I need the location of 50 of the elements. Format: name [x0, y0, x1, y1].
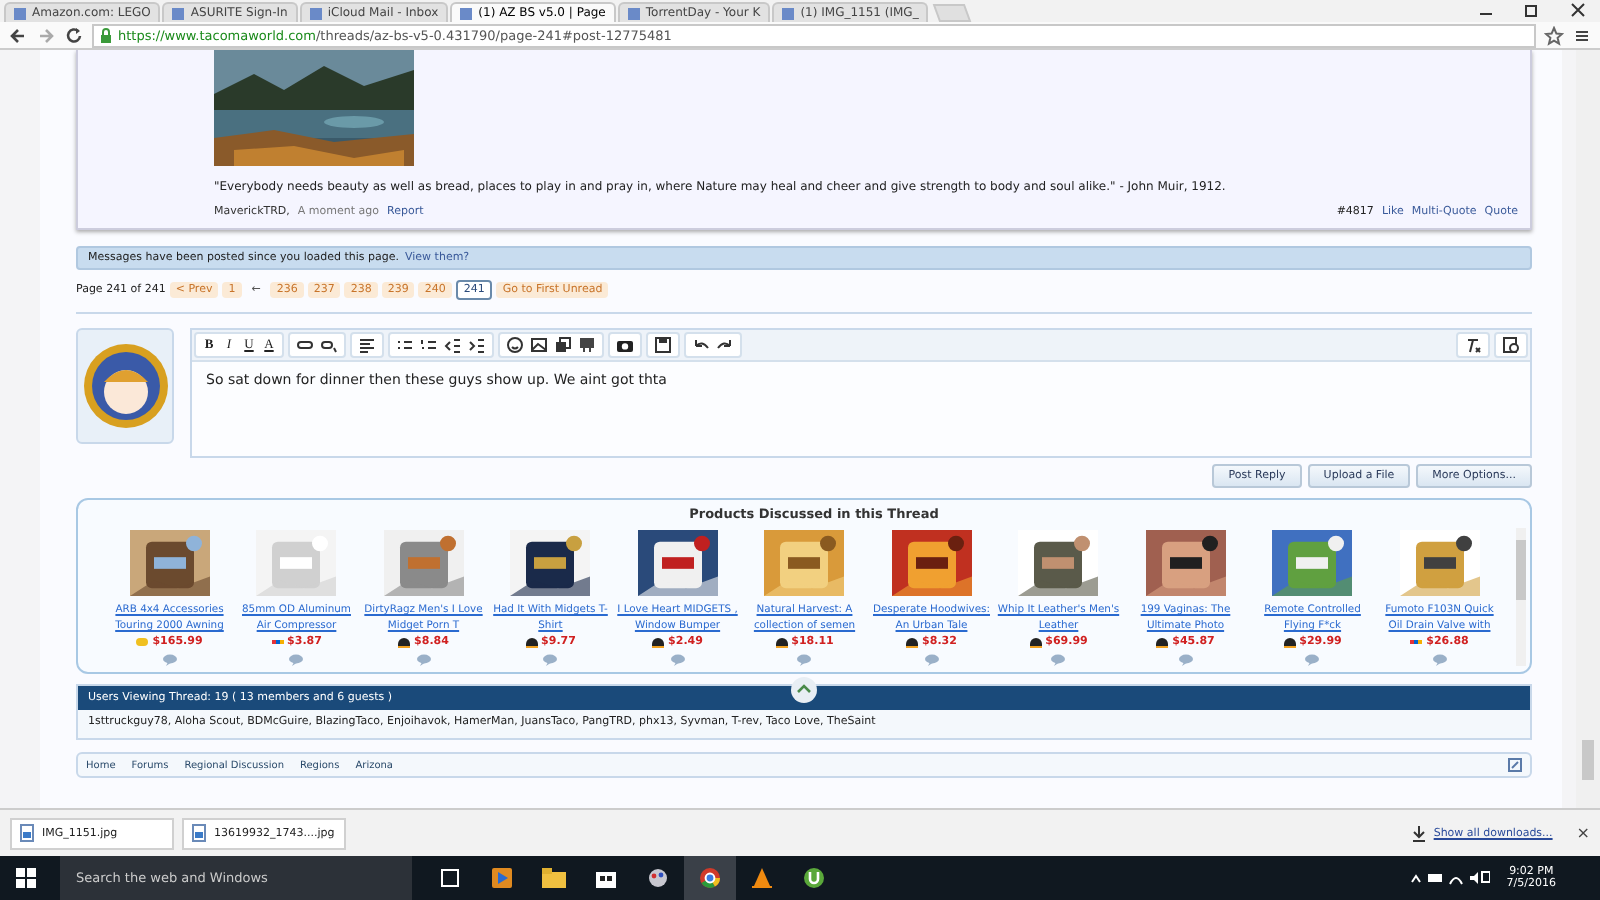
favicon-icon — [309, 7, 322, 19]
outdent-icon[interactable] — [444, 336, 462, 354]
store-icon — [1283, 637, 1296, 647]
align-icon[interactable] — [358, 336, 376, 354]
file-icon — [192, 824, 206, 842]
restore-icon[interactable] — [1524, 2, 1540, 18]
reload-icon[interactable] — [64, 25, 84, 45]
store-icon — [1156, 637, 1169, 647]
store-icon — [775, 637, 788, 647]
favicon-icon — [460, 7, 473, 19]
numbered-list-icon[interactable] — [420, 336, 438, 354]
save-icon[interactable] — [654, 336, 672, 354]
chrome-icon[interactable] — [684, 856, 736, 900]
windows-icon[interactable] — [16, 868, 36, 888]
store-icon — [136, 638, 149, 646]
redo-icon[interactable] — [716, 336, 734, 354]
close-icon[interactable] — [1570, 2, 1586, 18]
favicon-icon — [14, 7, 26, 19]
scroll-up-icon[interactable] — [790, 676, 818, 704]
link-icon[interactable] — [296, 336, 314, 354]
media-icon[interactable] — [554, 336, 572, 354]
store-icon — [398, 637, 411, 647]
toggle-mode-icon[interactable] — [1502, 336, 1520, 354]
menu-icon[interactable] — [1572, 25, 1592, 45]
star-icon[interactable] — [1544, 25, 1564, 45]
camera-icon[interactable] — [616, 336, 634, 354]
file-icon — [20, 824, 34, 842]
favicon-icon — [782, 7, 795, 19]
store-icon — [525, 637, 538, 647]
back-icon[interactable] — [8, 25, 28, 45]
scrollbar[interactable] — [1582, 740, 1594, 780]
store-icon — [652, 637, 665, 647]
clear-format-icon[interactable] — [1464, 336, 1482, 354]
tray-icons[interactable] — [1410, 870, 1491, 886]
smiley-icon[interactable] — [506, 336, 524, 354]
store-icon — [1029, 637, 1042, 647]
favicon-icon — [172, 7, 185, 19]
close-button[interactable]: × — [1576, 824, 1590, 842]
indent-icon[interactable] — [468, 336, 486, 354]
unlink-icon[interactable] — [320, 336, 338, 354]
favicon-icon — [627, 7, 640, 19]
store-icon — [906, 637, 919, 647]
lock-icon — [100, 27, 112, 43]
jump-icon[interactable] — [1508, 758, 1522, 772]
bullet-list-icon[interactable] — [396, 336, 414, 354]
undo-icon[interactable] — [692, 336, 710, 354]
download-icon — [1411, 825, 1426, 841]
image-icon[interactable] — [530, 336, 548, 354]
scrollbar[interactable] — [1516, 528, 1526, 666]
avatar-drawing — [81, 342, 169, 430]
